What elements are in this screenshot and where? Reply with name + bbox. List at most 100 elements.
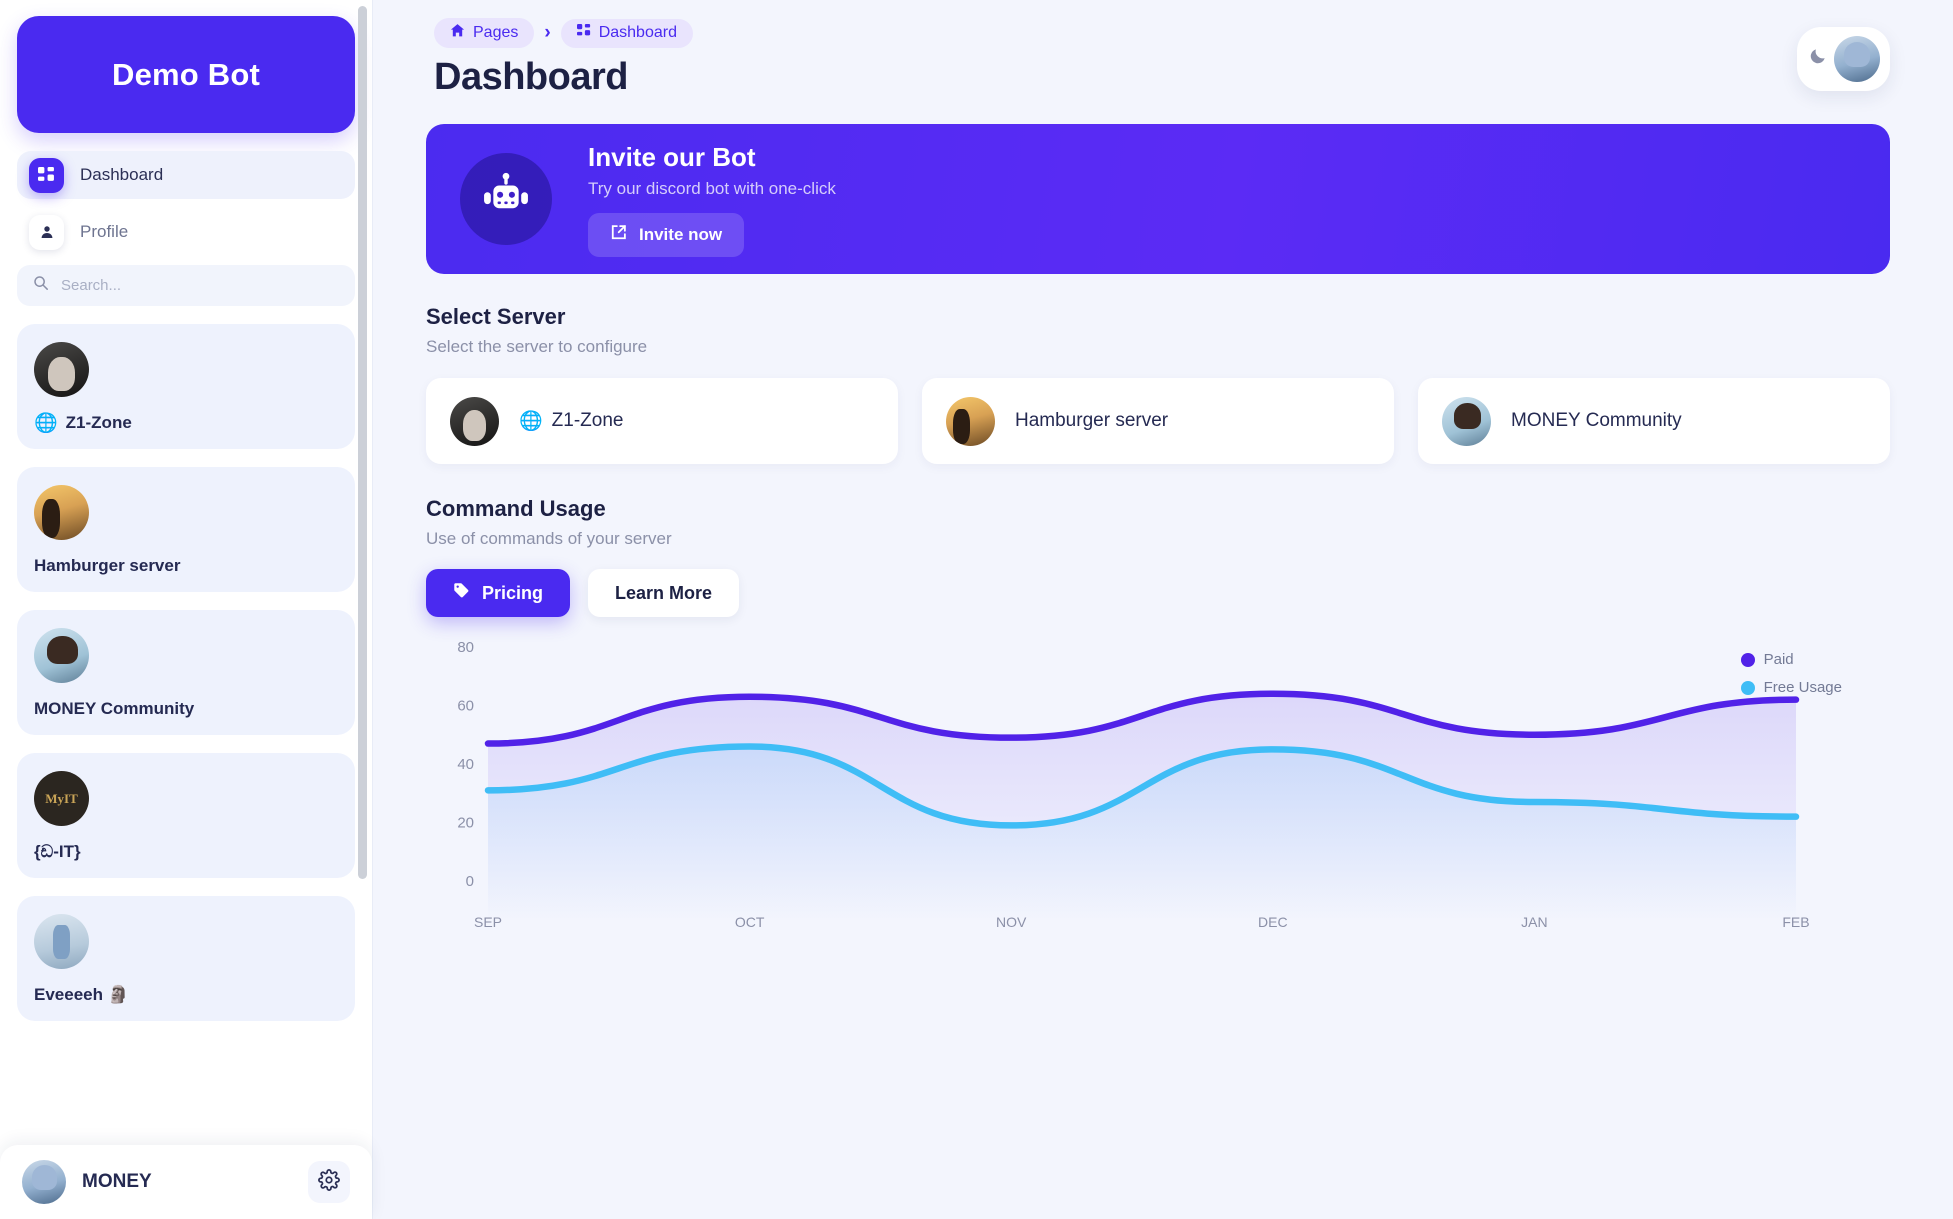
tag-icon — [453, 582, 470, 604]
y-axis-tick: 0 — [466, 873, 474, 890]
moon-icon[interactable] — [1808, 46, 1828, 72]
select-server-section: Select Server Select the server to confi… — [426, 304, 1890, 464]
list-item[interactable]: MONEY Community — [17, 610, 355, 735]
command-usage-section: Command Usage Use of commands of your se… — [426, 496, 1890, 931]
server-card-label: MONEY Community — [1511, 410, 1682, 431]
settings-button[interactable] — [308, 1161, 350, 1203]
chart-svg: 020406080SEP OCT NOV DEC JAN FEB — [457, 639, 1809, 930]
avatar — [34, 771, 89, 826]
sidebar-item-profile[interactable]: Profile — [17, 208, 355, 256]
legend-dot — [1740, 652, 1755, 667]
avatar — [22, 1160, 66, 1204]
grid-icon — [29, 157, 64, 193]
person-icon — [29, 214, 64, 250]
list-item[interactable]: Eveeeeh 🗿 — [17, 896, 355, 1021]
gear-icon — [318, 1168, 340, 1196]
breadcrumb-label: Dashboard — [598, 24, 677, 41]
sidebar-scrollbar[interactable] — [358, 6, 367, 879]
avatar — [34, 628, 89, 683]
invite-banner: Invite our Bot Try our discord bot with … — [426, 124, 1890, 274]
server-card-z1-zone[interactable]: 🌐 Z1-Zone — [426, 378, 898, 464]
sidebar-nav: Dashboard Profile — [17, 151, 355, 256]
brand-logo[interactable]: Demo Bot — [17, 16, 355, 133]
avatar[interactable] — [1833, 36, 1880, 82]
banner-text: Invite our Bot Try our discord bot with … — [588, 142, 836, 257]
breadcrumb-item-dashboard[interactable]: Dashboard — [560, 18, 693, 48]
server-card-label: Hamburger server — [1015, 410, 1169, 431]
sidebar-item-label: Dashboard — [80, 165, 164, 184]
globe-icon: 🌐 — [34, 412, 58, 434]
breadcrumb: Pages › Dashboard — [434, 18, 693, 48]
app-root: Demo Bot Dashboard Profile Search... 🌐 Z… — [0, 0, 1953, 1219]
select-server-subtitle: Select the server to configure — [426, 337, 648, 356]
pricing-label: Pricing — [482, 582, 544, 603]
avatar — [34, 342, 89, 397]
list-item-label: Eveeeeh 🗿 — [34, 985, 129, 1004]
banner-subtitle: Try our discord bot with one-click — [588, 178, 836, 198]
pricing-button[interactable]: Pricing — [426, 569, 571, 617]
globe-icon: 🌐 — [519, 410, 543, 432]
breadcrumb-item-pages[interactable]: Pages — [434, 18, 535, 48]
invite-now-label: Invite now — [639, 224, 723, 244]
list-item-label: {ඩ-IT} — [34, 842, 81, 861]
y-axis-tick: 20 — [457, 815, 474, 832]
grid-icon — [576, 23, 591, 43]
command-usage-title: Command Usage — [426, 496, 606, 521]
home-icon — [450, 23, 465, 43]
list-item[interactable]: Hamburger server — [17, 467, 355, 592]
server-card-row: 🌐 Z1-Zone Hamburger server MONEY Communi… — [426, 378, 1890, 464]
avatar — [450, 396, 499, 446]
legend-item-paid: Paid — [1740, 651, 1842, 668]
y-axis-tick: 80 — [457, 639, 474, 656]
y-axis-tick: 40 — [457, 756, 474, 773]
content-area: Invite our Bot Try our discord bot with … — [373, 124, 1953, 931]
banner-title: Invite our Bot — [588, 141, 756, 172]
invite-now-button[interactable]: Invite now — [588, 212, 745, 257]
sidebar-server-name: Eveeeeh 🗿 — [34, 985, 355, 1005]
sidebar-user-bar: MONEY — [0, 1145, 372, 1219]
sidebar-server-list: 🌐 Z1-Zone Hamburger server MONEY Communi… — [17, 324, 355, 1021]
main-content: Pages › Dashboard Dashboard Invite our B… — [373, 0, 1953, 1219]
avatar — [34, 914, 89, 969]
server-card-label: 🌐 Z1-Zone — [519, 410, 624, 432]
sidebar-server-name: {ඩ-IT} — [34, 842, 355, 862]
legend-label: Free Usage — [1763, 679, 1842, 696]
robot-icon — [460, 153, 552, 245]
search-input[interactable] — [61, 277, 339, 294]
breadcrumb-separator: › — [544, 22, 551, 43]
server-card-hamburger-server[interactable]: Hamburger server — [922, 378, 1394, 464]
learn-more-button[interactable]: Learn More — [588, 569, 740, 617]
legend-item-free-usage: Free Usage — [1740, 679, 1842, 696]
sidebar-server-name: MONEY Community — [34, 699, 355, 719]
command-usage-buttons: Pricing Learn More — [426, 569, 1890, 617]
external-link-icon — [610, 224, 627, 246]
sidebar: Demo Bot Dashboard Profile Search... 🌐 Z… — [0, 0, 373, 1219]
search-box[interactable] — [17, 265, 355, 306]
legend-dot — [1740, 680, 1755, 695]
topbar: Pages › Dashboard Dashboard — [373, 0, 1953, 99]
legend-label: Paid — [1763, 651, 1794, 668]
page-title: Dashboard — [434, 56, 628, 98]
list-item[interactable]: 🌐 Z1-Zone — [17, 324, 355, 449]
avatar — [34, 485, 89, 540]
list-item[interactable]: {ඩ-IT} — [17, 753, 355, 878]
avatar — [1442, 396, 1491, 446]
server-card-money-community[interactable]: MONEY Community — [1418, 378, 1890, 464]
list-item-label: MONEY Community — [34, 699, 195, 718]
sidebar-server-name: 🌐 Z1-Zone — [34, 413, 355, 433]
command-usage-chart: 0 20 40 60 80 SEP OCT NOV DEC JAN FEB Paid Free Us… — [426, 631, 1890, 931]
breadcrumb-label: Pages — [473, 24, 519, 41]
sidebar-server-name: Hamburger server — [34, 556, 355, 576]
topbar-actions — [1797, 27, 1890, 91]
sidebar-scroll-area: Demo Bot Dashboard Profile Search... 🌐 Z… — [0, 0, 372, 1145]
select-server-title: Select Server — [426, 304, 566, 329]
avatar — [946, 396, 995, 446]
sidebar-item-dashboard[interactable]: Dashboard — [17, 151, 355, 199]
list-item-label: Hamburger server — [34, 556, 181, 575]
chart-legend: Paid Free Usage — [1740, 651, 1842, 707]
command-usage-subtitle: Use of commands of your server — [426, 529, 672, 548]
sidebar-item-label: Profile — [80, 222, 129, 241]
y-axis-tick: 60 — [457, 698, 474, 715]
current-user-name: MONEY — [82, 1171, 152, 1192]
search-icon — [33, 275, 49, 296]
